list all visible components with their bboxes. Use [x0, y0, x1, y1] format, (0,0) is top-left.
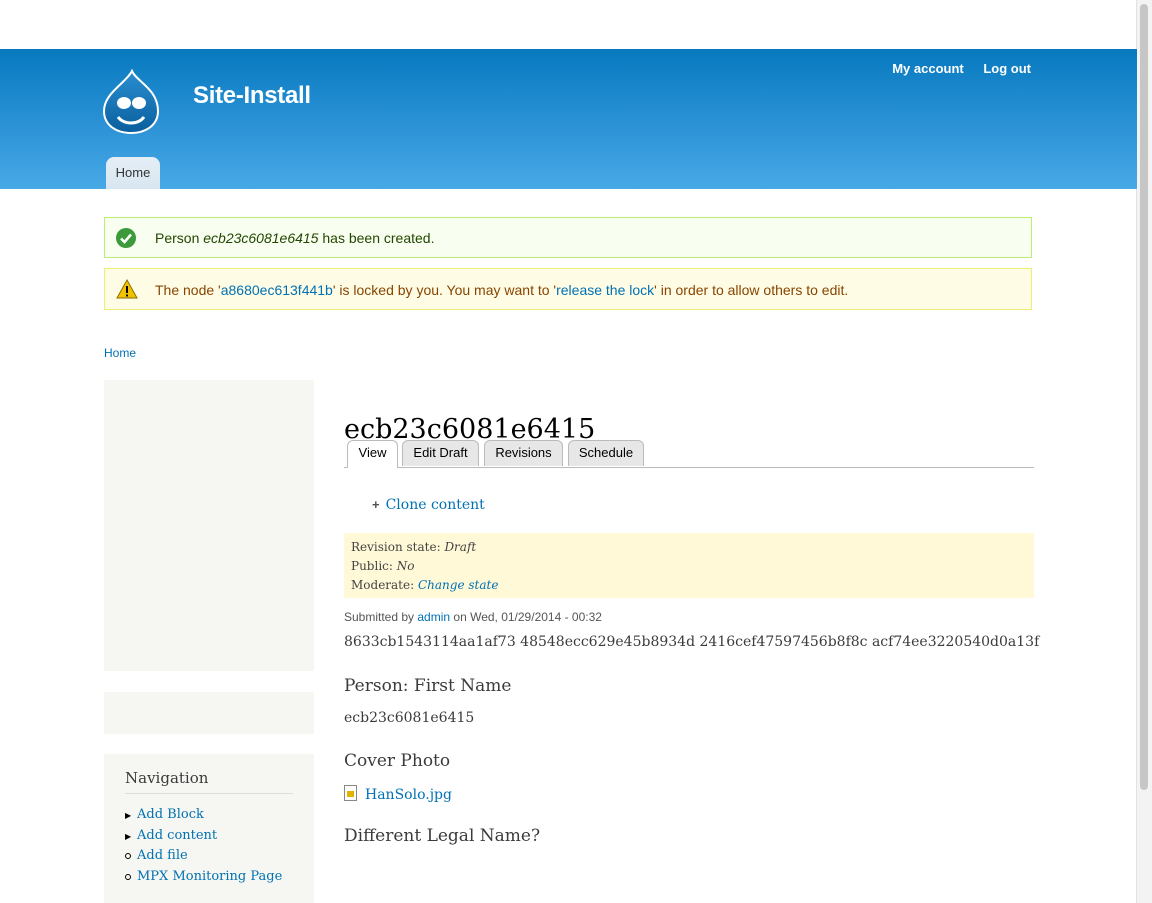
tab-edit-draft[interactable]: Edit Draft	[402, 440, 479, 466]
log-out-link[interactable]: Log out	[983, 61, 1031, 76]
cover-photo-file-link[interactable]: HanSolo.jpg	[365, 787, 452, 803]
check-circle-icon	[116, 228, 136, 248]
nav-item-add-content: ▶ Add content	[125, 828, 282, 849]
vertical-scrollbar[interactable]	[1136, 0, 1152, 903]
tab-schedule[interactable]: Schedule	[568, 440, 644, 466]
nav-link-add-content[interactable]: Add content	[137, 828, 217, 843]
plus-icon: +	[372, 497, 380, 512]
nav-item-mpx-monitoring: MPX Monitoring Page	[125, 869, 282, 890]
nav-link-add-file[interactable]: Add file	[137, 848, 188, 863]
collapsed-arrow-icon: ▶	[125, 811, 132, 820]
revision-info-box: Revision state: Draft Public: No Moderat…	[344, 533, 1034, 598]
field-label-cover-photo: Cover Photo	[344, 751, 451, 771]
tab-view[interactable]: View	[347, 440, 398, 468]
warning-triangle-icon	[116, 279, 138, 299]
drupal-logo-icon[interactable]	[102, 69, 160, 135]
sidebar-block-empty	[104, 380, 314, 671]
secondary-menu: My account Log out	[876, 61, 1031, 76]
clone-content-action: + Clone content	[372, 497, 485, 513]
nav-item-add-block: ▶ Add Block	[125, 807, 282, 828]
warning-message: The node 'a8680ec613f441b' is locked by …	[104, 268, 1032, 310]
revision-moderate: Moderate: Change state	[351, 578, 499, 592]
leaf-bullet-icon	[125, 873, 131, 880]
site-header: Site-Install My account Log out Home	[0, 49, 1137, 189]
navigation-divider	[125, 793, 293, 794]
navigation-list: ▶ Add Block ▶ Add content Add file MPX Mon…	[125, 807, 282, 889]
nav-link-mpx-monitoring[interactable]: MPX Monitoring Page	[137, 869, 282, 884]
submitted-info: Submitted by admin on Wed, 01/29/2014 - …	[344, 610, 602, 624]
sidebar-block-empty-small	[104, 692, 314, 734]
warning-message-text: The node 'a8680ec613f441b' is locked by …	[155, 282, 849, 298]
my-account-link[interactable]: My account	[892, 61, 964, 76]
author-link[interactable]: admin	[417, 610, 450, 624]
cover-photo-file: HanSolo.jpg	[344, 785, 452, 803]
tab-revisions[interactable]: Revisions	[484, 440, 563, 466]
revision-public: Public: No	[351, 559, 415, 573]
revision-state: Revision state: Draft	[351, 540, 477, 554]
nav-item-add-file: Add file	[125, 848, 282, 869]
locked-node-link[interactable]: a8680ec613f441b	[221, 282, 333, 298]
field-value-first-name: ecb23c6081e6415	[344, 710, 475, 726]
status-message-text: Person ecb23c6081e6415 has been created.	[155, 230, 435, 246]
collapsed-arrow-icon: ▶	[125, 831, 132, 841]
navigation-block: Navigation ▶ Add Block ▶ Add content Add f…	[104, 754, 314, 903]
content-tabs: View Edit Draft Revisions Schedule	[344, 440, 1034, 468]
field-label-first-name: Person: First Name	[344, 676, 512, 696]
breadcrumb-home-link[interactable]: Home	[104, 346, 136, 360]
scrollbar-thumb[interactable]	[1140, 4, 1148, 790]
status-message: Person ecb23c6081e6415 has been created.	[104, 217, 1032, 258]
created-person-name: ecb23c6081e6415	[203, 230, 319, 246]
image-file-icon	[344, 785, 357, 801]
change-state-link[interactable]: Change state	[418, 578, 498, 592]
node-body-text: 8633cb1543114aa1af73 48548ecc629e45b8934…	[344, 634, 1040, 650]
release-lock-link[interactable]: release the lock	[556, 282, 654, 298]
site-name[interactable]: Site-Install	[193, 82, 311, 110]
clone-content-link[interactable]: Clone content	[386, 497, 485, 513]
main-menu-home-tab[interactable]: Home	[106, 157, 160, 189]
field-label-legal-name: Different Legal Name?	[344, 826, 541, 846]
navigation-title: Navigation	[125, 769, 209, 787]
nav-link-add-block[interactable]: Add Block	[137, 807, 204, 822]
leaf-bullet-icon	[125, 853, 131, 859]
